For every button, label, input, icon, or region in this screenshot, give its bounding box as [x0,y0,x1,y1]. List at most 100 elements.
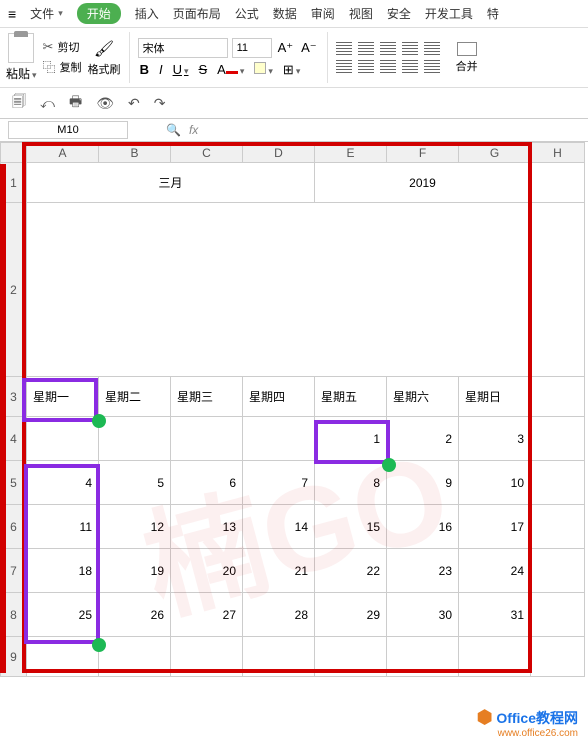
tab-review[interactable]: 审阅 [311,5,335,22]
col-header[interactable]: D [243,143,315,163]
row-header[interactable]: 2 [1,203,27,377]
cell[interactable]: 5 [99,461,171,505]
tab-formula[interactable]: 公式 [235,5,259,22]
cell[interactable] [27,637,99,677]
cell[interactable]: 星期五 [315,377,387,417]
cell[interactable]: 星期六 [387,377,459,417]
fx-icon[interactable]: fx [189,123,198,137]
cell[interactable]: 2019 [315,163,531,203]
cell[interactable]: 27 [171,593,243,637]
tab-data[interactable]: 数据 [273,5,297,22]
col-header[interactable]: E [315,143,387,163]
merge-group[interactable]: 合并 [456,32,486,83]
cell[interactable]: 17 [459,505,531,549]
tab-view[interactable]: 视图 [349,5,373,22]
cell[interactable]: 13 [171,505,243,549]
decrease-font-icon[interactable]: A⁻ [299,40,319,56]
cell[interactable] [531,417,585,461]
cell[interactable]: 12 [99,505,171,549]
cell[interactable] [171,417,243,461]
qat-icon-2[interactable]: ⤺ [40,95,55,112]
cell[interactable] [531,461,585,505]
cell[interactable]: 22 [315,549,387,593]
cell[interactable]: 6 [171,461,243,505]
tab-special[interactable]: 特 [487,5,499,22]
col-header[interactable]: B [99,143,171,163]
cell[interactable]: 31 [459,593,531,637]
indent-inc-icon[interactable] [424,42,440,56]
cell[interactable]: 3 [459,417,531,461]
cell[interactable]: 21 [243,549,315,593]
cell[interactable]: 7 [243,461,315,505]
cell[interactable] [315,637,387,677]
bold-button[interactable]: B [138,62,151,77]
cell[interactable]: 11 [27,505,99,549]
align-top-icon[interactable] [336,42,352,56]
cell[interactable] [171,637,243,677]
align-middle-icon[interactable] [358,42,374,56]
cell[interactable] [243,637,315,677]
cell[interactable]: 30 [387,593,459,637]
cell[interactable]: 2 [387,417,459,461]
cell[interactable] [459,637,531,677]
underline-button[interactable]: U [171,62,191,77]
sheet-table[interactable]: A B C D E F G H 1 三月 2019 2 3 星期一 星期二 星期… [0,142,585,677]
cell[interactable]: 23 [387,549,459,593]
align-right-icon[interactable] [380,60,396,74]
cell[interactable] [387,637,459,677]
tab-dev[interactable]: 开发工具 [425,5,473,22]
paste-button[interactable]: 粘贴 [6,33,37,82]
cell[interactable] [531,505,585,549]
cell[interactable] [531,549,585,593]
col-header[interactable]: F [387,143,459,163]
cell[interactable]: 星期一 [27,377,99,417]
cut-button[interactable]: 剪切 [43,39,82,55]
fill-color-button[interactable] [252,62,275,77]
cell[interactable]: 18 [27,549,99,593]
wrap-icon[interactable] [402,60,418,74]
print-icon[interactable]: 🖶 [69,91,82,115]
cell[interactable] [531,593,585,637]
cell[interactable]: 4 [27,461,99,505]
border-button[interactable]: ⊞ [281,62,302,78]
cell[interactable]: 29 [315,593,387,637]
file-menu[interactable]: 文件 [30,5,63,22]
cell[interactable] [27,203,531,377]
row-header[interactable]: 6 [1,505,27,549]
font-size-select[interactable] [232,38,272,58]
cell[interactable]: 15 [315,505,387,549]
row-header[interactable]: 3 [1,377,27,417]
cell[interactable]: 10 [459,461,531,505]
tab-layout[interactable]: 页面布局 [173,5,221,22]
format-brush-button[interactable]: 格式刷 [88,39,121,77]
save-icon[interactable]: 🗐 [12,91,26,115]
row-header[interactable]: 8 [1,593,27,637]
increase-font-icon[interactable]: A⁺ [276,40,296,56]
font-color-button[interactable]: A [215,62,246,77]
row-header[interactable]: 7 [1,549,27,593]
col-header[interactable]: H [531,143,585,163]
rotate-icon[interactable] [424,60,440,74]
indent-dec-icon[interactable] [402,42,418,56]
align-bottom-icon[interactable] [380,42,396,56]
cell[interactable] [27,417,99,461]
font-name-select[interactable] [138,38,228,58]
cell[interactable] [99,637,171,677]
cell[interactable]: 26 [99,593,171,637]
align-left-icon[interactable] [336,60,352,74]
strike-button[interactable]: S [197,62,210,77]
tab-insert[interactable]: 插入 [135,5,159,22]
cell[interactable]: 25 [27,593,99,637]
select-all-corner[interactable] [1,143,27,163]
tab-security[interactable]: 安全 [387,5,411,22]
name-box[interactable] [8,121,128,139]
cell[interactable]: 24 [459,549,531,593]
row-header[interactable]: 5 [1,461,27,505]
cell[interactable]: 19 [99,549,171,593]
tab-start[interactable]: 开始 [77,3,121,24]
cell[interactable] [531,377,585,417]
cell[interactable] [243,417,315,461]
undo-icon[interactable]: ↶ [128,95,140,112]
cell[interactable]: 14 [243,505,315,549]
row-header[interactable]: 4 [1,417,27,461]
